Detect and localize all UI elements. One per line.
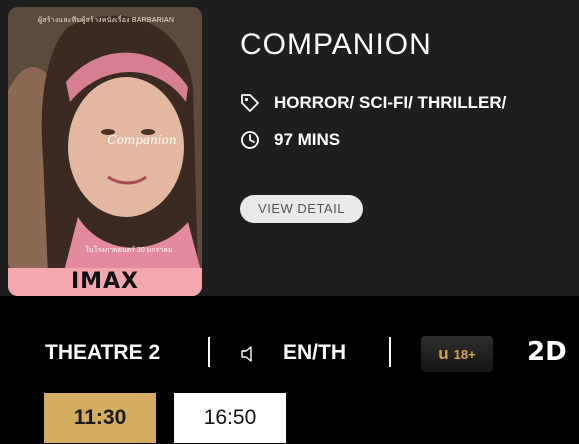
- divider: [208, 337, 210, 367]
- genre-row: HORROR/ SCI-FI/ THRILLER/: [240, 93, 506, 113]
- showtime-button-1130[interactable]: 11:30: [44, 393, 156, 443]
- movie-poster[interactable]: ผู้สร้างและทีมผู้สร้างหนังเรื่อง BARBARI…: [8, 7, 202, 296]
- clock-icon: [241, 131, 259, 149]
- genre-text: HORROR/ SCI-FI/ THRILLER/: [274, 93, 507, 112]
- rating-age: 18+: [453, 346, 476, 362]
- poster-release-date: ในโรงภาพยนตร์ 30 มกราคม: [85, 247, 173, 254]
- speaker-icon: [241, 346, 252, 362]
- poster-tagline: ผู้สร้างและทีมผู้สร้างหนังเรื่อง BARBARI…: [38, 17, 175, 24]
- format-label: 2D: [527, 337, 567, 367]
- language-label: EN/TH: [283, 341, 346, 364]
- session-info-row: THEATRE 2 EN/TH u 18+ 2D: [0, 331, 579, 375]
- showtime-button-1650[interactable]: 16:50: [174, 393, 286, 443]
- movie-card: ผู้สร้างและทีมผู้สร้างหนังเรื่อง BARBARI…: [0, 0, 579, 296]
- movie-title: COMPANION: [240, 28, 432, 61]
- duration-text: 97 MINS: [274, 130, 341, 149]
- rating-u: u: [438, 344, 449, 363]
- rating-badge: u 18+: [421, 336, 493, 372]
- duration-row: 97 MINS: [240, 130, 340, 150]
- poster-title-art: Companion: [107, 133, 177, 147]
- theatre-label: THEATRE 2: [45, 341, 161, 364]
- divider: [389, 337, 391, 367]
- view-detail-button[interactable]: VIEW DETAIL: [240, 195, 363, 223]
- tag-icon: [241, 94, 259, 112]
- imax-label: IMAX: [8, 268, 202, 296]
